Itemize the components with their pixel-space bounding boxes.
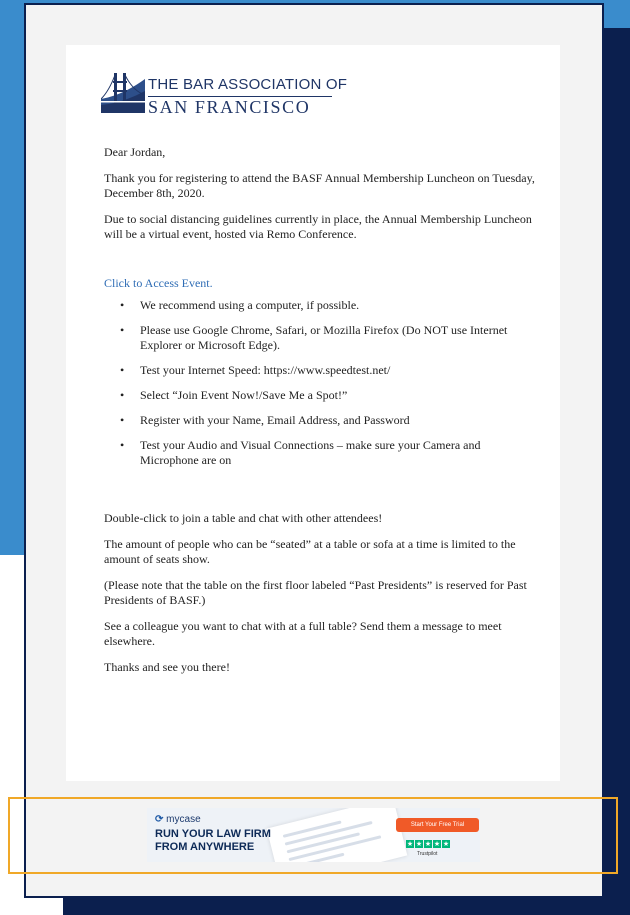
paragraph-registration: Thank you for registering to attend the …: [104, 171, 535, 200]
list-item: Test your Internet Speed: https://www.sp…: [120, 363, 536, 378]
start-free-trial-button[interactable]: Start Your Free Trial: [396, 818, 479, 832]
ad-brand-name: mycase: [166, 814, 201, 825]
greeting: Dear Jordan,: [104, 145, 166, 159]
paragraph-join-table: Double-click to join a table and chat wi…: [104, 511, 383, 525]
list-item: Register with your Name, Email Address, …: [120, 413, 536, 428]
instruction-list: We recommend using a computer, if possib…: [104, 298, 536, 468]
star-icon: ★: [415, 840, 423, 848]
closing: Thanks and see you there!: [104, 660, 230, 674]
ad-headline-line-2: FROM ANYWHERE: [155, 841, 255, 853]
paragraph-colleague: See a colleague you want to chat with at…: [104, 619, 502, 648]
logo-line-2: SAN FRANCISCO: [148, 97, 311, 117]
trustpilot-label: Trustpilot: [417, 851, 438, 857]
basf-logo[interactable]: THE BAR ASSOCIATION OF SAN FRANCISCO: [101, 69, 347, 119]
list-item: Select “Join Event Now!/Save Me a Spot!”: [120, 388, 536, 403]
paragraph-seating: The amount of people who can be “seated”…: [104, 537, 516, 566]
paragraph-past-presidents: (Please note that the table on the first…: [104, 578, 527, 607]
star-icon: ★: [442, 840, 450, 848]
list-item: We recommend using a computer, if possib…: [120, 298, 536, 313]
mycase-icon: ⟳: [155, 814, 164, 825]
paragraph-virtual-event: Due to social distancing guidelines curr…: [104, 212, 532, 241]
access-event-link[interactable]: Click to Access Event.: [104, 276, 536, 291]
trustpilot-stars: ★ ★ ★ ★ ★: [406, 840, 450, 848]
app-mockup-image: [266, 808, 408, 862]
letter-content: Dear Jordan, Thank you for registering t…: [104, 145, 536, 686]
star-icon: ★: [433, 840, 441, 848]
ad-headline-line-1: RUN YOUR LAW FIRM: [155, 828, 271, 840]
mycase-ad-banner[interactable]: ⟳ mycase RUN YOUR LAW FIRM FROM ANYWHERE…: [147, 808, 480, 862]
email-body: THE BAR ASSOCIATION OF SAN FRANCISCO Dea…: [66, 45, 560, 781]
ad-brand-logo: ⟳ mycase: [155, 814, 201, 825]
list-item: Test your Audio and Visual Connections –…: [120, 438, 536, 468]
logo-line-1: THE BAR ASSOCIATION OF: [148, 76, 348, 93]
star-icon: ★: [424, 840, 432, 848]
golden-gate-bridge-icon: [101, 69, 145, 113]
list-item: Please use Google Chrome, Safari, or Moz…: [120, 323, 536, 353]
star-icon: ★: [406, 840, 414, 848]
